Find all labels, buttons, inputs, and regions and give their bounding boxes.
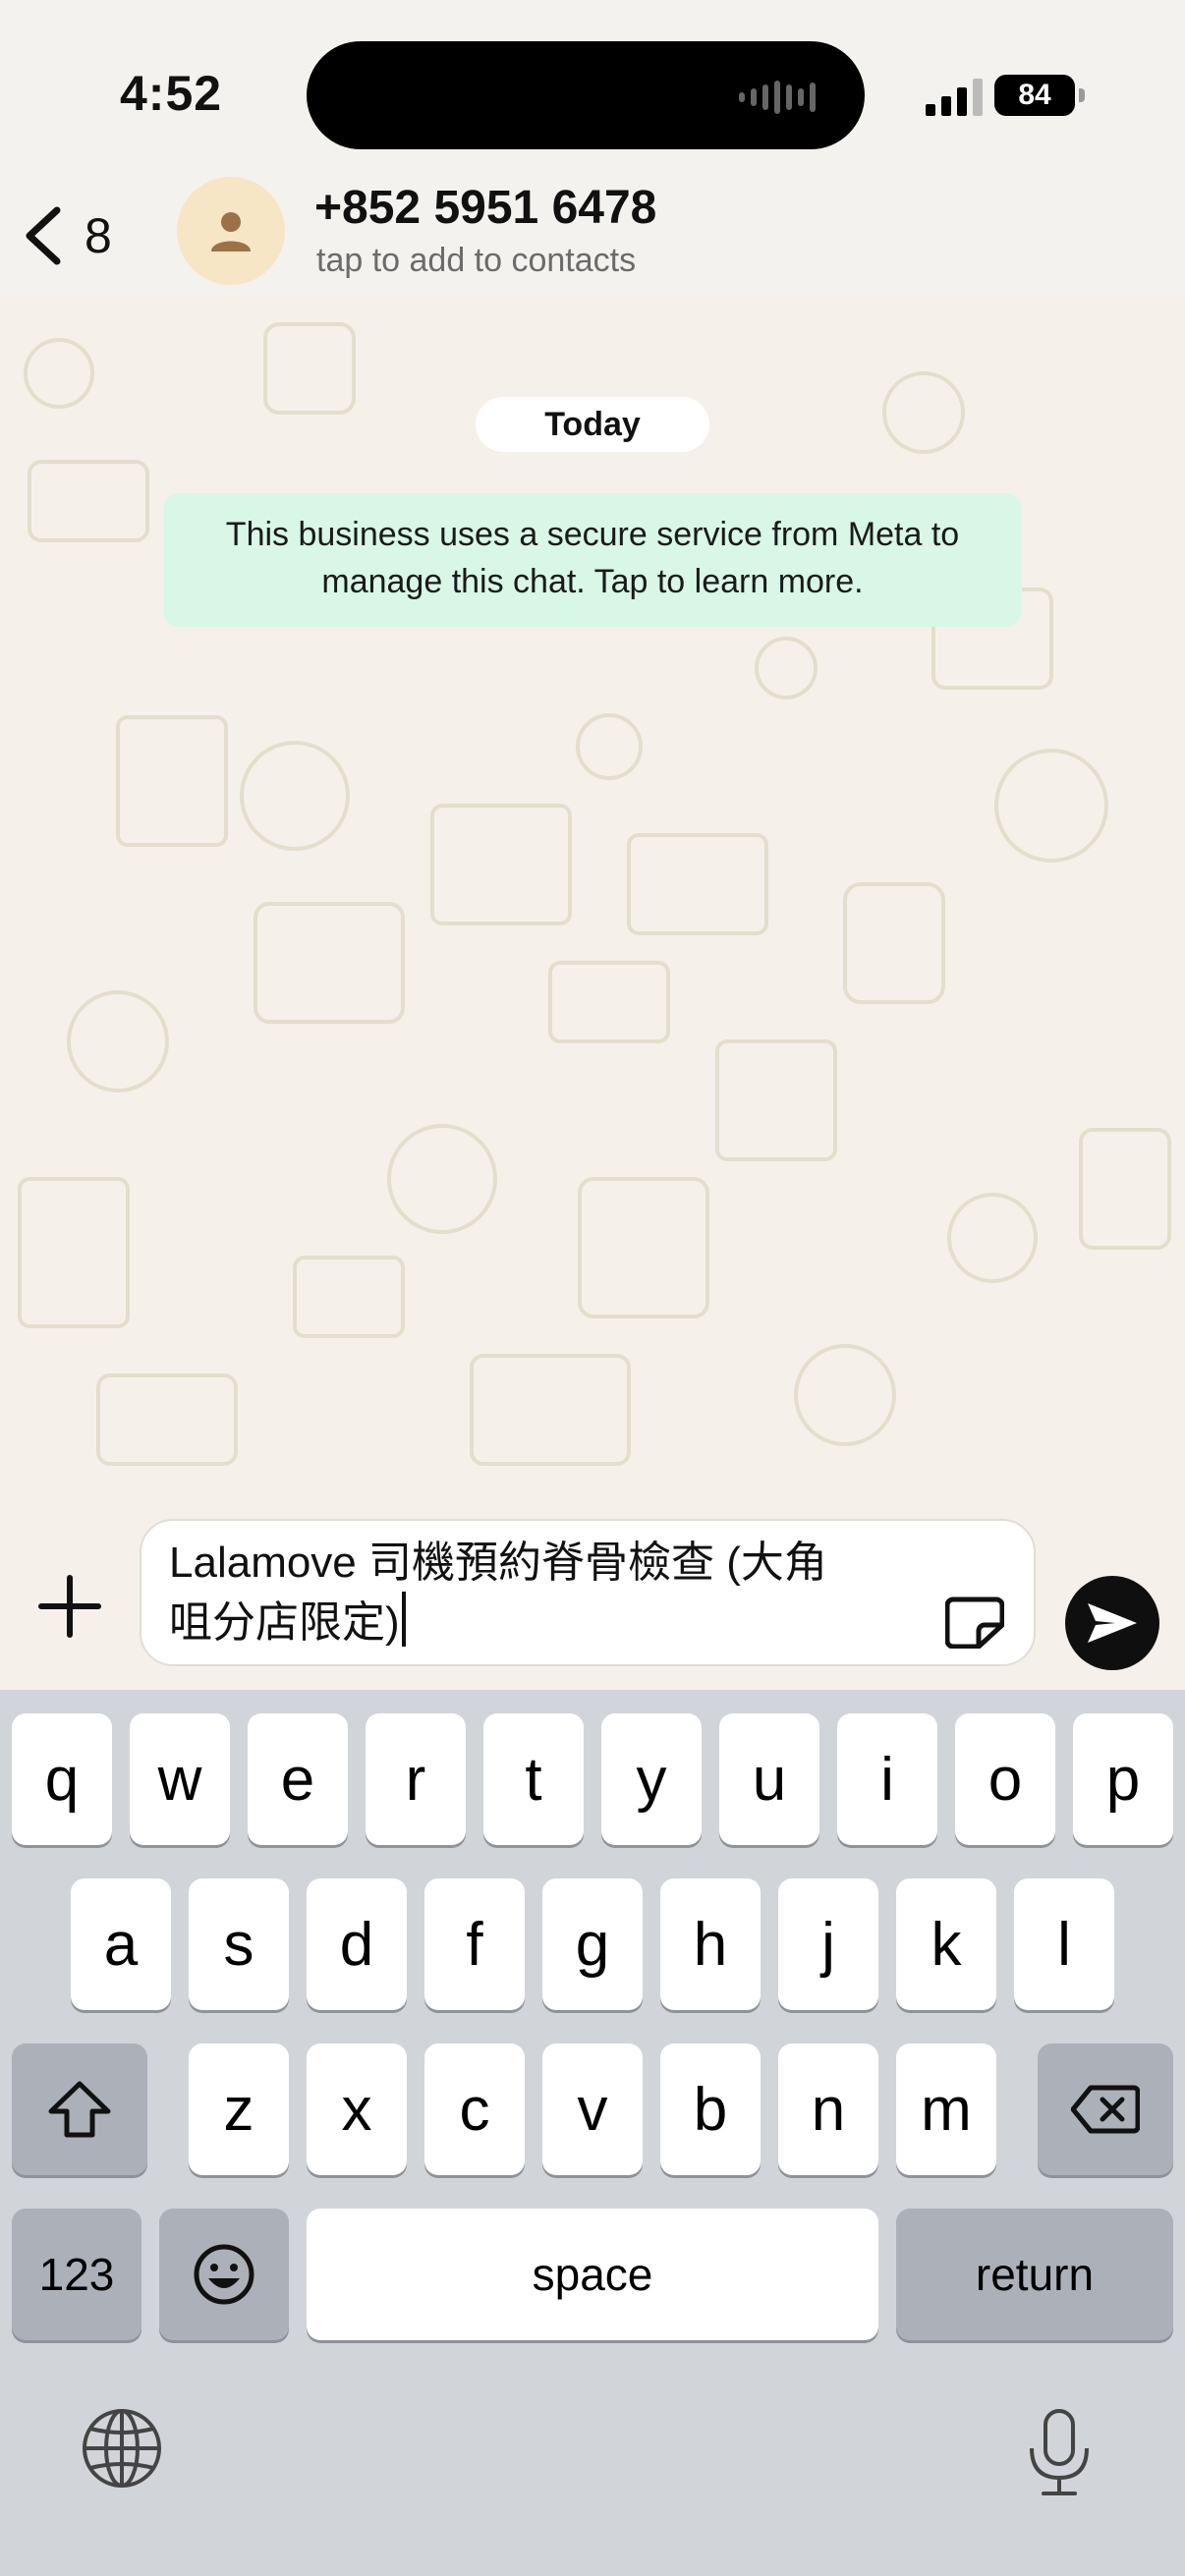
- emoji-key[interactable]: [159, 2209, 289, 2340]
- message-input[interactable]: Lalamove 司機預約脊骨檢查 (大角 咀分店限定): [140, 1519, 1036, 1666]
- send-icon: [1088, 1603, 1137, 1643]
- key-l[interactable]: l: [1014, 1878, 1114, 2010]
- send-button[interactable]: [1065, 1576, 1159, 1670]
- chat-wallpaper-pattern: [18, 322, 1171, 1466]
- key-s[interactable]: s: [189, 1878, 289, 2010]
- cellular-signal-icon: [926, 79, 983, 116]
- key-z[interactable]: z: [189, 2044, 289, 2175]
- key-r[interactable]: r: [366, 1713, 466, 1845]
- back-button[interactable]: 8: [20, 196, 138, 275]
- message-text-line2: 咀分店限定): [169, 1592, 916, 1652]
- globe-icon[interactable]: [81, 2407, 163, 2490]
- key-k[interactable]: k: [896, 1878, 996, 2010]
- key-i[interactable]: i: [837, 1713, 937, 1845]
- key-q[interactable]: q: [12, 1713, 112, 1845]
- shift-icon: [48, 2081, 111, 2138]
- contact-title[interactable]: +852 5951 6478: [314, 181, 656, 235]
- shift-key[interactable]: [12, 2044, 147, 2175]
- key-g[interactable]: g: [542, 1878, 643, 2010]
- emoji-icon: [194, 2244, 254, 2305]
- return-key[interactable]: return: [896, 2209, 1173, 2340]
- status-time: 4:52: [120, 66, 223, 121]
- sticker-icon[interactable]: [945, 1596, 1004, 1649]
- key-v[interactable]: v: [542, 2044, 643, 2175]
- key-a[interactable]: a: [71, 1878, 171, 2010]
- key-y[interactable]: y: [601, 1713, 702, 1845]
- key-t[interactable]: t: [483, 1713, 584, 1845]
- contact-avatar[interactable]: [177, 177, 285, 285]
- chevron-left-icon: [26, 206, 61, 265]
- delete-key[interactable]: [1038, 2044, 1173, 2175]
- chat-area[interactable]: Today This business uses a secure servic…: [0, 295, 1185, 1484]
- dynamic-island: [307, 41, 865, 149]
- audio-waveform-icon: [739, 81, 816, 114]
- microphone-icon[interactable]: [1022, 2407, 1097, 2497]
- key-d[interactable]: d: [307, 1878, 407, 2010]
- key-j[interactable]: j: [778, 1878, 878, 2010]
- key-w[interactable]: w: [130, 1713, 230, 1845]
- business-info-message[interactable]: This business uses a secure service from…: [163, 493, 1022, 627]
- key-u[interactable]: u: [719, 1713, 819, 1845]
- battery-indicator: 84: [994, 75, 1085, 116]
- key-p[interactable]: p: [1073, 1713, 1173, 1845]
- key-b[interactable]: b: [660, 2044, 761, 2175]
- key-e[interactable]: e: [248, 1713, 348, 1845]
- chat-header: 8 +852 5951 6478 tap to add to contacts: [0, 167, 1185, 295]
- unread-count: 8: [85, 208, 112, 263]
- text-caret: [401, 1592, 406, 1647]
- key-x[interactable]: x: [307, 2044, 407, 2175]
- key-f[interactable]: f: [424, 1878, 525, 2010]
- numbers-key[interactable]: 123: [12, 2209, 141, 2340]
- key-n[interactable]: n: [778, 2044, 878, 2175]
- key-o[interactable]: o: [955, 1713, 1055, 1845]
- space-key[interactable]: space: [307, 2209, 878, 2340]
- date-separator: Today: [476, 397, 709, 452]
- key-m[interactable]: m: [896, 2044, 996, 2175]
- status-bar: 4:52 84: [0, 0, 1185, 167]
- delete-icon: [1071, 2085, 1140, 2134]
- contact-subtitle[interactable]: tap to add to contacts: [316, 242, 636, 280]
- plus-icon[interactable]: [35, 1572, 104, 1641]
- key-c[interactable]: c: [424, 2044, 525, 2175]
- key-h[interactable]: h: [660, 1878, 761, 2010]
- person-icon: [211, 212, 251, 252]
- message-composer: Lalamove 司機預約脊骨檢查 (大角 咀分店限定): [0, 1484, 1185, 1690]
- message-text-line1: Lalamove 司機預約脊骨檢查 (大角: [169, 1539, 827, 1587]
